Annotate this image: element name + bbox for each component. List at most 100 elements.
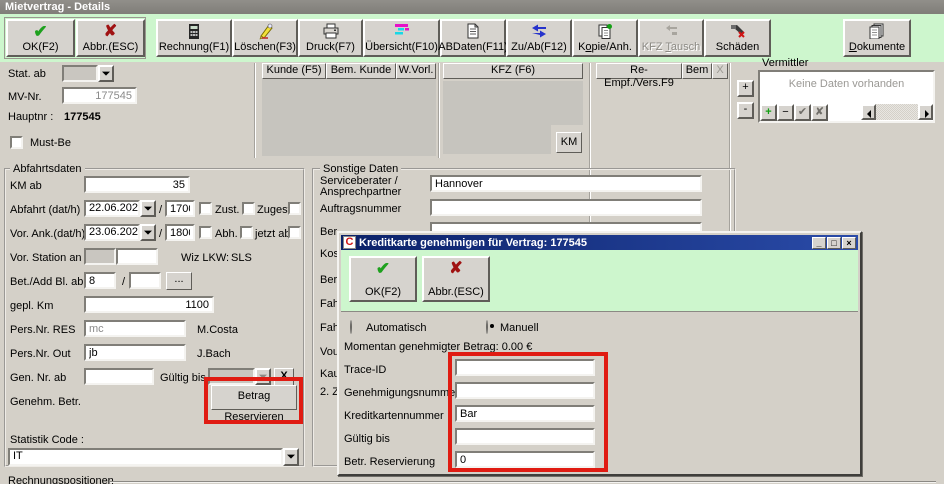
bem-button[interactable]: Bem	[682, 63, 712, 79]
scroll-right-icon[interactable]	[918, 104, 933, 120]
vor-station-field[interactable]	[116, 248, 158, 265]
swap-icon	[663, 23, 679, 37]
gen-nr-label: Gen. Nr. ab	[10, 372, 66, 384]
druck-button[interactable]: Druck(F7)	[298, 19, 363, 57]
vor-ank-date-combobox[interactable]: 23.06.2020	[84, 224, 156, 241]
add-row-button[interactable]: +	[760, 104, 777, 121]
abh-checkbox[interactable]	[199, 226, 212, 239]
abdaten-button-label: ABDaten(F11)	[438, 41, 508, 53]
truncated-label: Ber	[320, 274, 337, 286]
wiz-lkw-value: SLS	[231, 252, 252, 264]
chevron-down-icon[interactable]	[98, 65, 114, 82]
scroll-left-icon[interactable]	[861, 104, 876, 120]
manuell-radio[interactable]	[486, 320, 488, 334]
bet-add-label: Bet./Add Bl. ab	[10, 276, 83, 288]
pers-res-label: Pers.Nr. RES	[10, 324, 75, 336]
gen-nr-field[interactable]	[84, 368, 154, 385]
separator	[438, 63, 440, 158]
abfahrt-date-combobox[interactable]: 22.06.2020	[84, 200, 156, 217]
wvorl-button[interactable]: W.Vorl.	[396, 63, 436, 79]
gepl-km-field[interactable]	[84, 296, 214, 313]
kfz-button[interactable]: KFZ (F6)	[443, 63, 583, 79]
maximize-button[interactable]: □	[827, 237, 841, 249]
dialog-cancel-button[interactable]: ✘ Abbr.(ESC)	[422, 256, 490, 302]
abfahrt-time-field[interactable]	[165, 200, 195, 217]
automatisch-radio[interactable]	[350, 320, 352, 334]
serviceberater-label-2: Ansprechpartner	[320, 186, 401, 198]
kunde-button[interactable]: Kunde (F5)	[262, 63, 326, 79]
dokumente-button[interactable]: Dokumente	[843, 19, 911, 57]
ok-button-label: OK(F2)	[22, 41, 58, 53]
overview-list-icon	[393, 23, 411, 37]
schaeden-button-label: Schäden	[716, 41, 759, 53]
ok-cancel-group: ✔ OK(F2) ✘ Abbr.(ESC)	[4, 17, 146, 59]
pers-out-name: J.Bach	[197, 348, 231, 360]
vor-ank-time-field[interactable]	[165, 224, 195, 241]
calculator-icon	[186, 23, 202, 40]
pers-res-name: M.Costa	[197, 324, 238, 336]
separator	[254, 63, 256, 158]
dialog-ok-button[interactable]: ✔ OK(F2)	[349, 256, 417, 302]
reempf-button[interactable]: Re-Empf./Vers.F9	[596, 63, 682, 79]
abdaten-button[interactable]: ABDaten(F11)	[440, 19, 506, 57]
statistik-code-combobox[interactable]: IT	[8, 448, 299, 466]
vermittler-minus-button[interactable]: -	[737, 102, 754, 119]
zuab-button[interactable]: Zu/Ab(F12)	[506, 19, 572, 57]
abfahrt-label: Abfahrt (dat/h)	[10, 204, 80, 216]
must-be-label: Must-Be	[30, 137, 71, 149]
uebersicht-button[interactable]: Übersicht(F10)	[363, 19, 440, 57]
stat-ab-combobox[interactable]	[62, 65, 114, 82]
zugest-checkbox[interactable]	[242, 202, 255, 215]
serviceberater-field[interactable]	[430, 175, 702, 192]
horizontal-scrollbar[interactable]	[861, 104, 933, 120]
browse-button[interactable]: ...	[166, 272, 192, 290]
vermittler-toolbar: + − ✔ ✘	[760, 104, 933, 121]
documents-stack-icon	[868, 23, 886, 39]
dialog-titlebar[interactable]: C Kreditkarte genehmigen für Vertrag: 17…	[341, 235, 858, 250]
kopie-button[interactable]: Kopie/Anh.	[572, 19, 638, 57]
betrag-reservieren-button[interactable]: Betrag Reservieren	[211, 385, 297, 410]
chevron-down-icon[interactable]	[140, 224, 156, 241]
app-logo-icon: C	[343, 236, 356, 249]
ok-button[interactable]: ✔ OK(F2)	[6, 19, 75, 57]
close-button[interactable]: ×	[842, 237, 856, 249]
uebersicht-button-label: Übersicht(F10)	[365, 41, 438, 53]
minimize-button[interactable]: _	[812, 237, 826, 249]
mv-nr-field[interactable]	[62, 87, 137, 104]
statistik-code-value: IT	[8, 448, 283, 466]
app-window: Mietvertrag - Details ✔ OK(F2) ✘ Abbr.(E…	[0, 0, 944, 484]
scrollbar-track[interactable]	[876, 104, 918, 120]
pers-out-field[interactable]	[84, 344, 186, 361]
chevron-down-icon[interactable]	[140, 200, 156, 217]
pers-out-label: Pers.Nr. Out	[10, 348, 71, 360]
dialog-ok-label: OK(F2)	[365, 286, 401, 298]
loeschen-button[interactable]: Löschen(F3)	[232, 19, 298, 57]
rechnung-button[interactable]: Rechnung(F1)	[156, 19, 232, 57]
cancel-button[interactable]: ✘ Abbr.(ESC)	[76, 19, 145, 57]
add-bl-field[interactable]	[129, 272, 161, 289]
jetzt-abh-checkbox[interactable]	[240, 226, 253, 239]
must-be-checkbox[interactable]	[10, 136, 23, 149]
schaeden-button[interactable]: Schäden	[704, 19, 771, 57]
km-button[interactable]: KM	[556, 132, 582, 153]
km-ab-field[interactable]	[84, 176, 190, 193]
document-icon	[466, 23, 480, 39]
dialog-fields-highlight-box	[448, 352, 608, 472]
extra-checkbox-1[interactable]	[288, 202, 301, 215]
kfz-tausch-button-label: KFZ Tausch	[642, 41, 701, 53]
auftragsnummer-field[interactable]	[430, 199, 702, 216]
vermittler-plus-button[interactable]: +	[737, 80, 754, 97]
statistik-code-label: Statistik Code :	[10, 434, 84, 446]
bet-field[interactable]	[84, 272, 116, 289]
confirm-row-button[interactable]: ✔	[794, 104, 811, 121]
pers-res-field[interactable]	[84, 320, 186, 337]
remove-row-button[interactable]: −	[777, 104, 794, 121]
window-title: Mietvertrag - Details	[5, 1, 110, 13]
chevron-down-icon[interactable]	[283, 448, 299, 466]
cancel-row-button[interactable]: ✘	[811, 104, 828, 121]
extra-checkbox-2[interactable]	[288, 226, 301, 239]
abfahrt-date-value: 22.06.2020	[84, 200, 140, 217]
zust-checkbox[interactable]	[199, 202, 212, 215]
gueltig-bis-dialog-label: Gültig bis	[344, 433, 390, 445]
bem-kunde-button[interactable]: Bem. Kunde	[326, 63, 396, 79]
